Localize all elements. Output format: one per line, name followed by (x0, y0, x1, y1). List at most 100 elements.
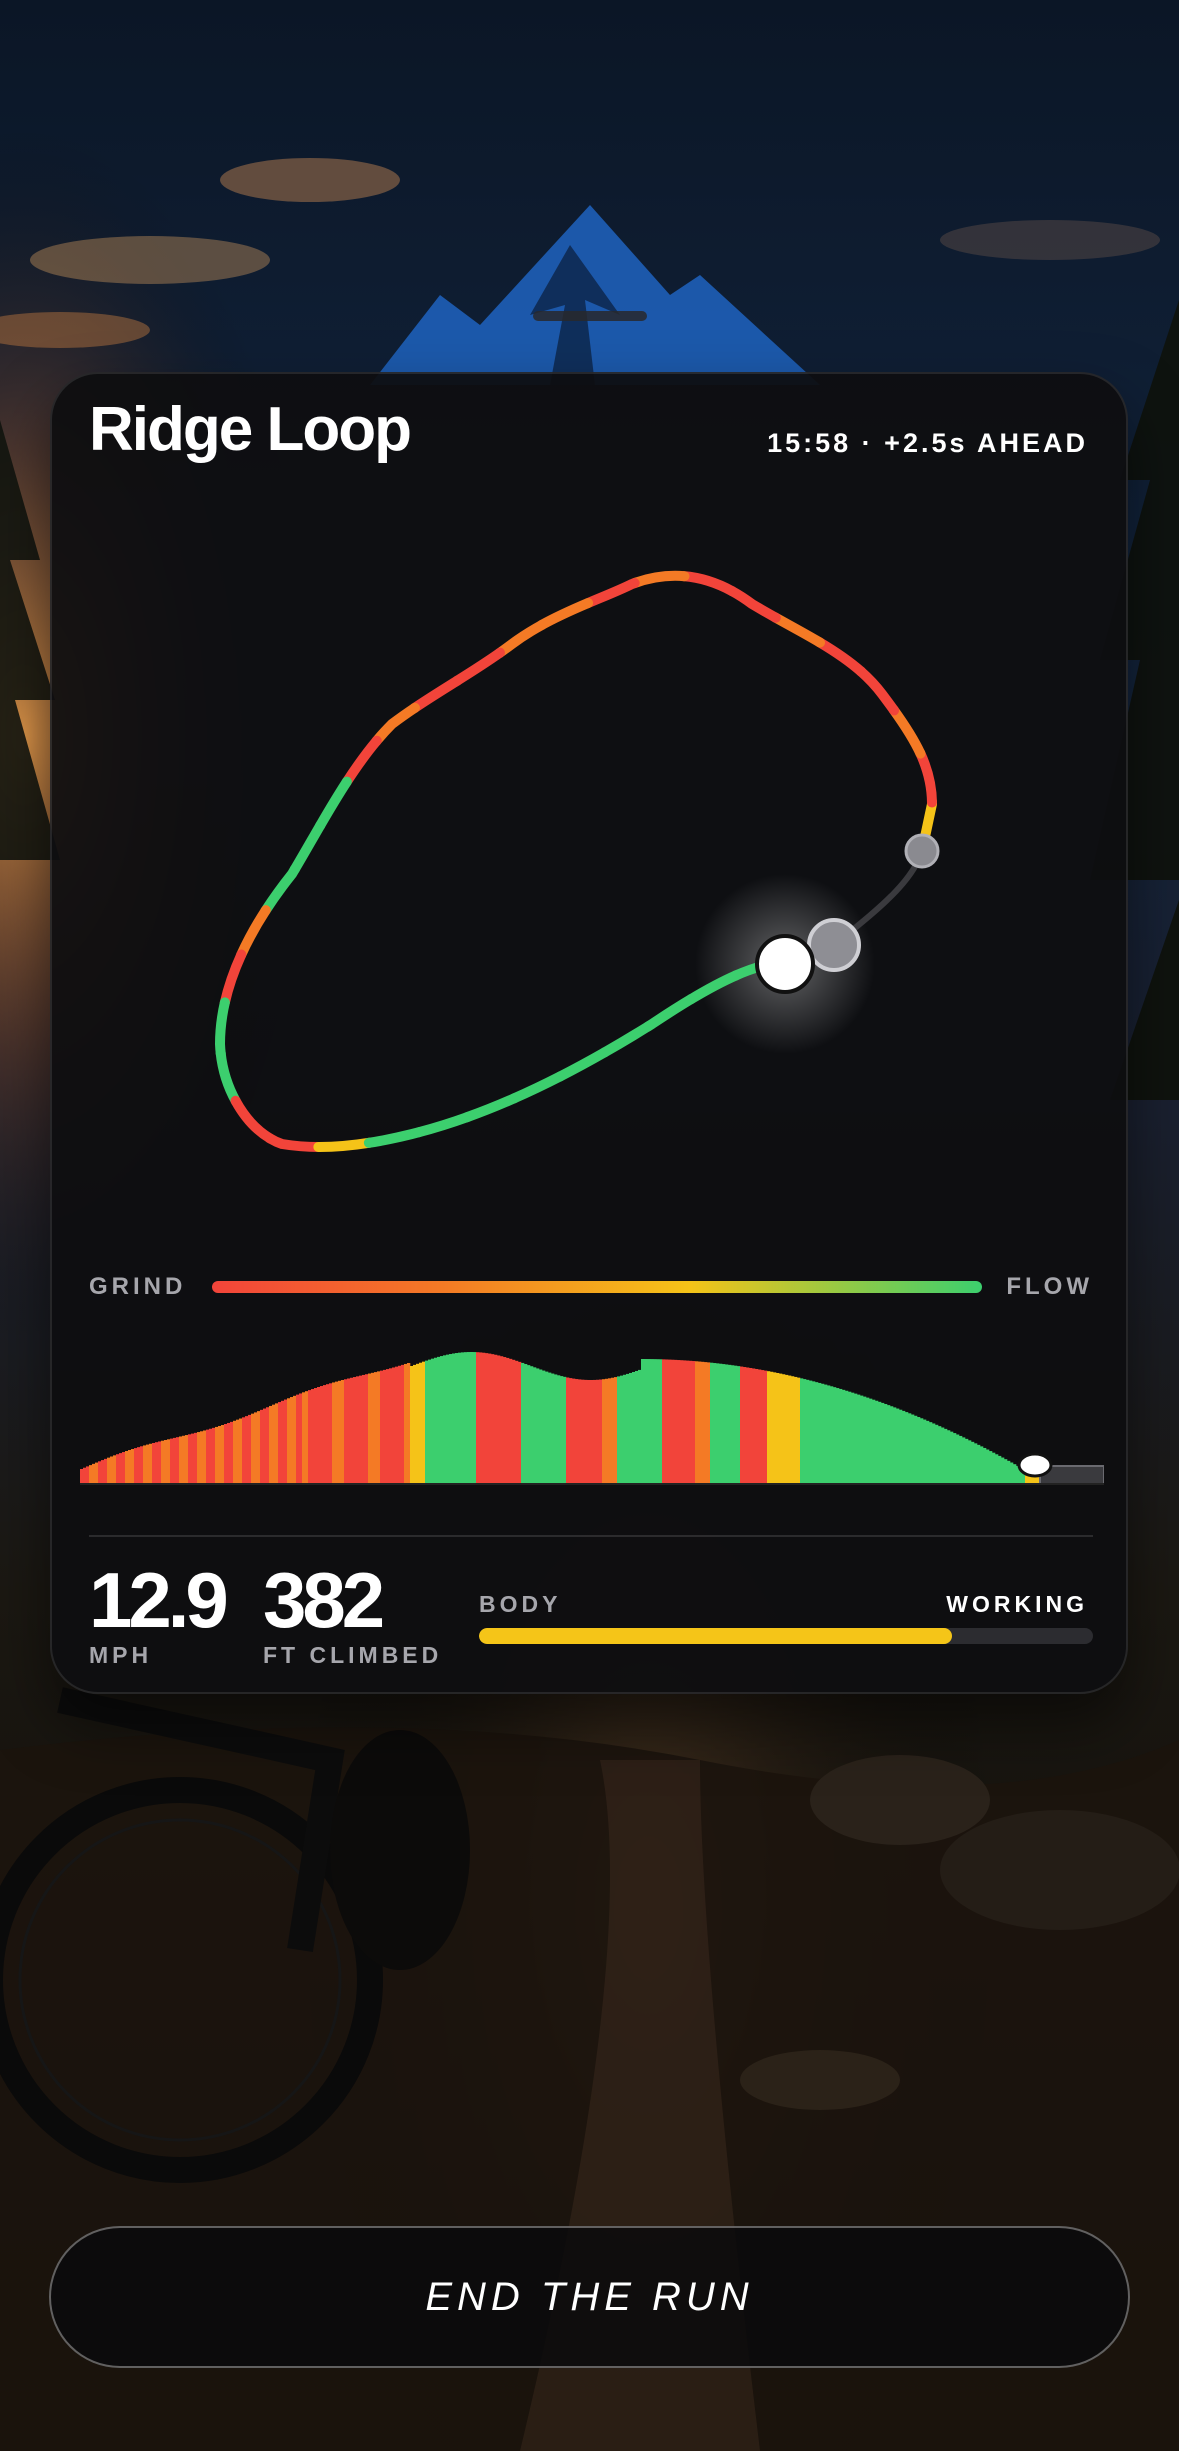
elevation-profile[interactable] (80, 1329, 1104, 1529)
elevation-bar (977, 1444, 981, 1484)
elevation-bar (350, 1377, 354, 1484)
elevation-bar (407, 1362, 411, 1484)
elevation-bar (458, 1352, 462, 1484)
elevation-bar (707, 1362, 711, 1484)
elevation-bar (995, 1454, 999, 1484)
elevation-bar (419, 1362, 423, 1484)
route-segment (214, 570, 938, 1152)
elevation-bar (740, 1366, 744, 1484)
route-segment (214, 570, 938, 1152)
elevation-bar (317, 1387, 321, 1484)
elevation-bar (851, 1392, 855, 1484)
route-segment (214, 570, 938, 1152)
elevation-bar (938, 1426, 942, 1484)
elevation-bar (134, 1448, 138, 1484)
elevation-bar (200, 1431, 204, 1484)
elevation-bar (248, 1414, 252, 1484)
elevation-bar (275, 1403, 279, 1484)
elevation-bar (794, 1376, 798, 1484)
elevation-bar (182, 1435, 186, 1484)
elevation-bar (281, 1400, 285, 1484)
grind-flow-scale: GRIND FLOW (89, 1270, 1093, 1300)
elevation-bar (983, 1447, 987, 1484)
elevation-bar (272, 1404, 276, 1484)
elevation-bar (647, 1359, 651, 1484)
elevation-bar (263, 1408, 267, 1484)
elevation-bar (992, 1452, 996, 1484)
elevation-position-marker-icon (1017, 1452, 1053, 1478)
route-segment (214, 570, 938, 1152)
elevation-bar (782, 1374, 786, 1484)
speed-unit: MPH (89, 1642, 153, 1668)
elevation-bar (431, 1358, 435, 1484)
elevation-bar (704, 1362, 708, 1484)
elevation-bar (716, 1363, 720, 1484)
elevation-bar (131, 1449, 135, 1484)
elevation-bar (518, 1361, 522, 1484)
elevation-bar (587, 1379, 591, 1484)
elevation-bar (620, 1375, 624, 1484)
elevation-bar (413, 1364, 417, 1484)
elevation-bar (86, 1466, 90, 1484)
elevation-bar (935, 1424, 939, 1484)
elevation-bar (827, 1385, 831, 1484)
elevation-bar (557, 1375, 561, 1484)
elevation-bar (239, 1418, 243, 1484)
elevation-bar (467, 1352, 471, 1484)
elevation-bar (533, 1367, 537, 1484)
elevation-bar (335, 1381, 339, 1484)
elevation-bar (257, 1411, 261, 1484)
elevation-bar (179, 1436, 183, 1484)
elevation-bar (212, 1427, 216, 1484)
elevation-bar (392, 1367, 396, 1484)
elevation-bar (731, 1365, 735, 1484)
elevation-bar (1010, 1462, 1014, 1484)
elevation-bar (803, 1379, 807, 1484)
elevation-bar (692, 1361, 696, 1484)
elevation-bar (887, 1405, 891, 1484)
elevation-bar (380, 1370, 384, 1484)
elevation-bar (260, 1409, 264, 1484)
end-run-button[interactable]: END THE RUN (49, 2226, 1130, 2368)
route-segment (214, 570, 938, 1152)
elevation-bar (365, 1374, 369, 1484)
elevation-bar (152, 1442, 156, 1484)
elevation-bar (359, 1375, 363, 1484)
route-segment (214, 570, 938, 1152)
start-marker (904, 833, 940, 869)
route-segment (214, 570, 938, 1152)
drag-handle[interactable] (533, 311, 647, 321)
elevation-bar (170, 1438, 174, 1484)
elevation-bar (875, 1400, 879, 1484)
elevation-bar (173, 1437, 177, 1484)
elevation-bar (479, 1352, 483, 1484)
elevation-bar (755, 1368, 759, 1484)
elevation-bar (443, 1355, 447, 1484)
elevation-bar (290, 1397, 294, 1484)
elevation-bar (503, 1357, 507, 1484)
elevation-bar (920, 1418, 924, 1484)
elevation-bar (749, 1367, 753, 1484)
route-segment (214, 570, 938, 1152)
elevation-bar (575, 1379, 579, 1484)
elevation-bar (548, 1372, 552, 1484)
elevation-bar (302, 1392, 306, 1484)
elevation-bar (884, 1404, 888, 1484)
elevation-bar (890, 1406, 894, 1484)
elevation-bar (989, 1451, 993, 1484)
elevation-bar (185, 1435, 189, 1484)
elevation-bar (665, 1359, 669, 1484)
route-segment (214, 570, 938, 1152)
elevation-bar (191, 1433, 195, 1484)
elevation-bar (293, 1395, 297, 1484)
elevation-bar (497, 1355, 501, 1484)
elevation-bar (149, 1443, 153, 1484)
elevation-bar (539, 1369, 543, 1484)
elevation-bar (374, 1372, 378, 1484)
elevation-bar (209, 1428, 213, 1484)
grind-flow-gradient (212, 1281, 982, 1293)
elevation-bar (677, 1360, 681, 1484)
elevation-bar (791, 1376, 795, 1484)
elevation-bar (689, 1360, 693, 1484)
body-state: WORKING (946, 1591, 1088, 1617)
